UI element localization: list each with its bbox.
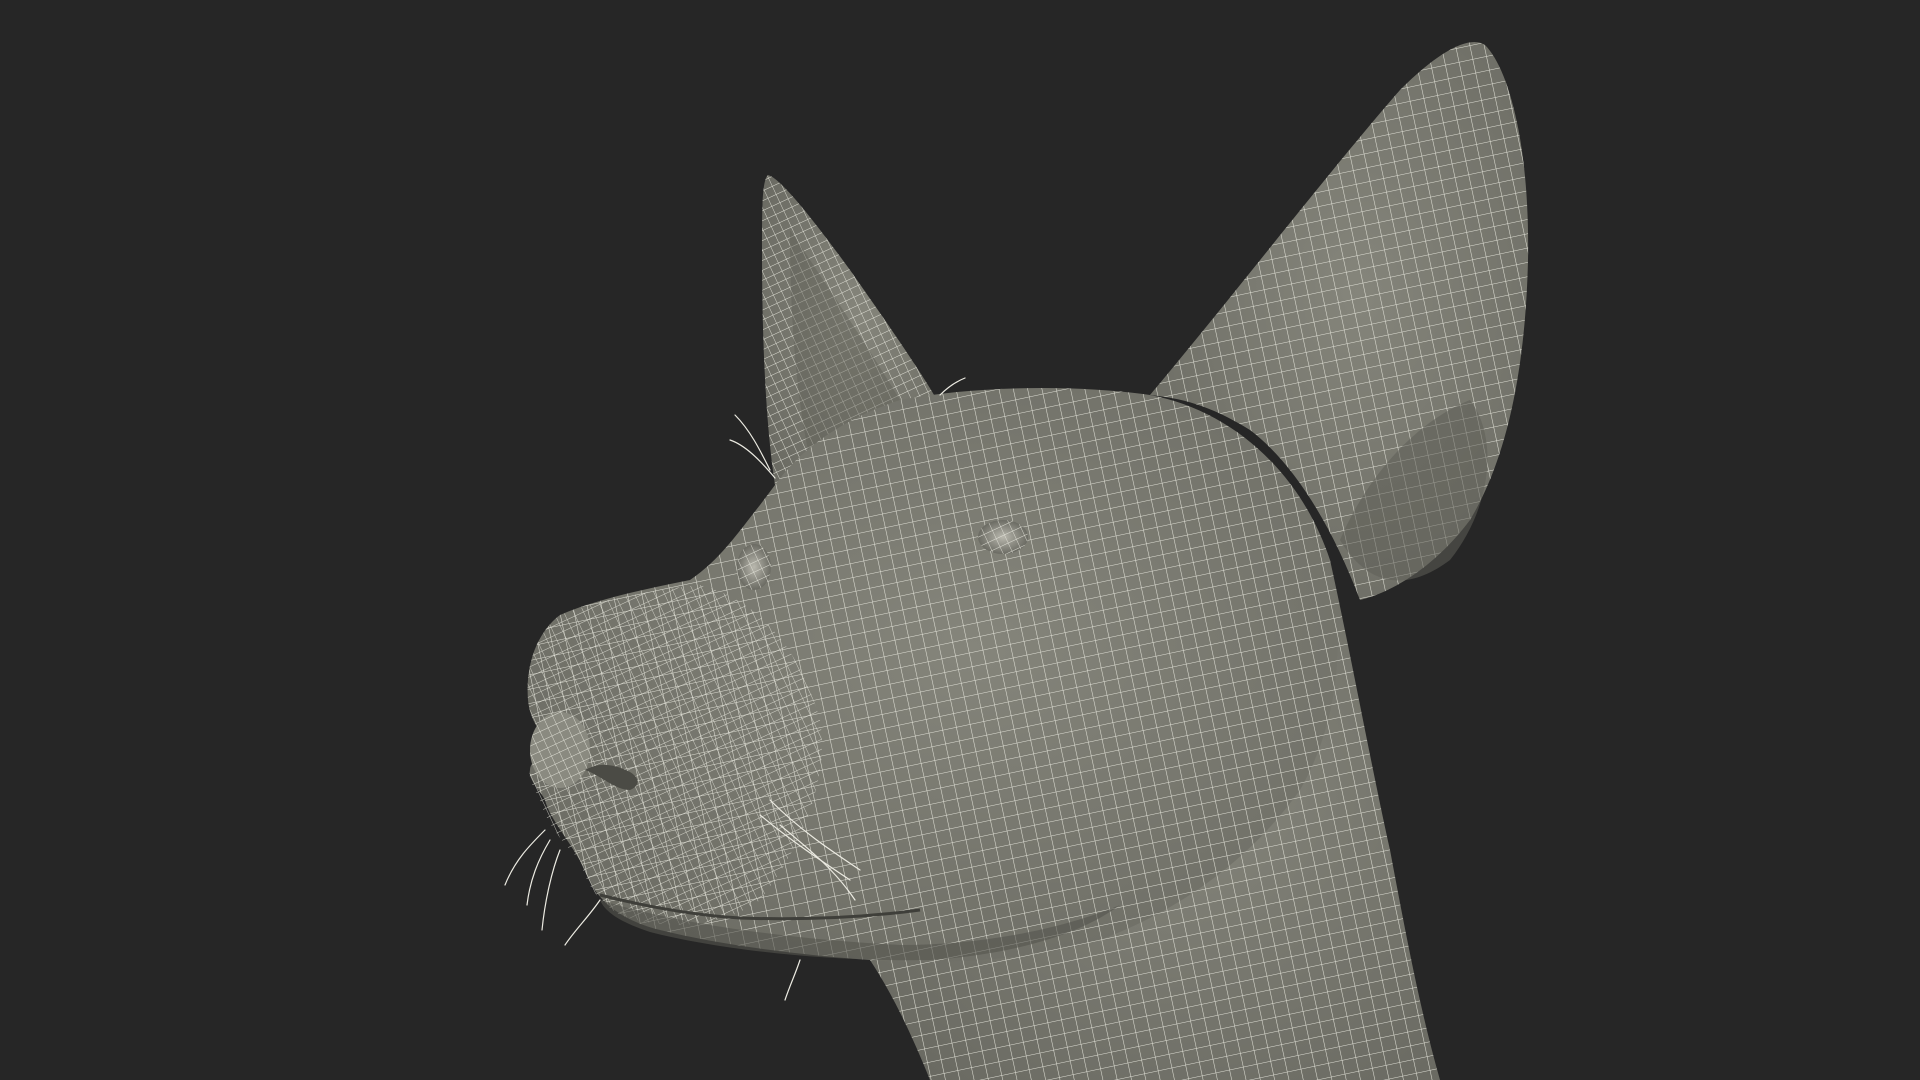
left-eye [737, 544, 771, 590]
dog-head-render [504, 42, 1529, 1080]
3d-viewport[interactable] [0, 0, 1920, 1080]
right-eye [978, 520, 1028, 554]
head [527, 388, 1338, 962]
